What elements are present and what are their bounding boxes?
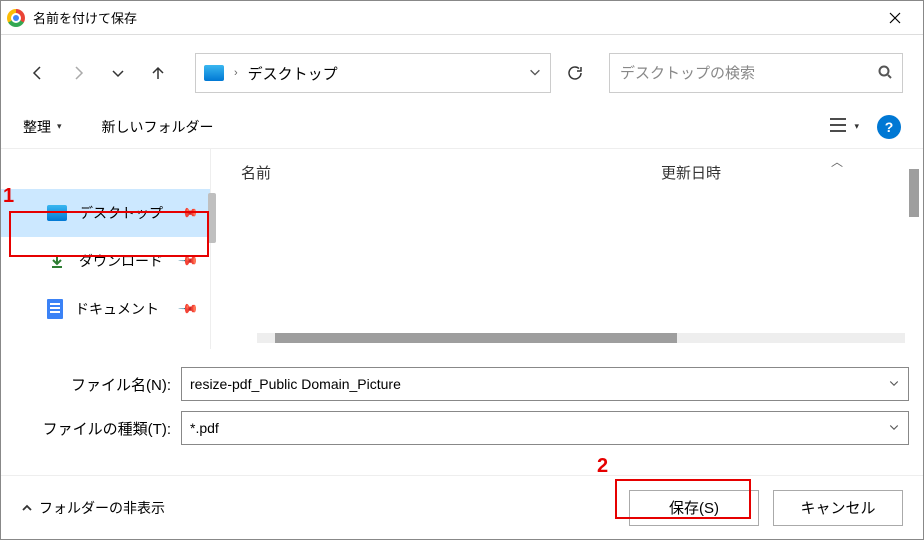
path-location: デスクトップ [248, 63, 338, 84]
filename-input[interactable]: resize-pdf_Public Domain_Picture [181, 367, 909, 401]
search-box[interactable] [609, 53, 903, 93]
folder-icon [204, 65, 224, 81]
desktop-icon [47, 205, 67, 221]
navbar: › デスクトップ [1, 35, 923, 105]
cancel-button[interactable]: キャンセル [773, 490, 903, 526]
list-view-icon [828, 117, 848, 136]
footer: フォルダーの非表示 保存(S) キャンセル [1, 475, 923, 539]
close-icon [889, 12, 901, 24]
save-form: ファイル名(N): resize-pdf_Public Domain_Pictu… [1, 349, 923, 445]
horizontal-scrollbar[interactable] [257, 333, 905, 343]
path-bar[interactable]: › デスクトップ [195, 53, 551, 93]
chevron-down-icon[interactable] [888, 376, 900, 392]
sidebar-item-label: ダウンロード [79, 251, 163, 271]
filetype-value: *.pdf [190, 420, 219, 436]
sidebar: デスクトップ 📌 ダウンロード 📌 ドキュメント 📌 [1, 149, 211, 349]
caret-down-icon: ▾ [854, 121, 859, 132]
chevron-up-icon [21, 502, 33, 514]
pin-icon[interactable]: 📌 [177, 298, 200, 321]
chrome-icon [7, 9, 25, 27]
pin-icon[interactable]: 📌 [177, 250, 200, 273]
caret-down-icon: ▾ [57, 121, 62, 132]
organize-menu[interactable]: 整理 ▾ [23, 117, 62, 137]
back-button[interactable] [21, 56, 55, 90]
refresh-button[interactable] [557, 55, 593, 91]
up-button[interactable] [141, 56, 175, 90]
search-icon[interactable] [878, 65, 892, 82]
sidebar-item-label: ドキュメント [75, 299, 159, 319]
toolbar: 整理 ▾ 新しいフォルダー ▾ ? [1, 105, 923, 149]
view-menu[interactable]: ▾ [828, 117, 859, 136]
vertical-scrollbar[interactable] [909, 169, 919, 217]
sidebar-item-label: デスクトップ [79, 203, 163, 223]
sidebar-item-downloads[interactable]: ダウンロード 📌 [1, 237, 210, 285]
column-headers: 名前 更新日時 [241, 149, 923, 185]
new-folder-label: 新しいフォルダー [102, 117, 214, 137]
organize-label: 整理 [23, 117, 51, 137]
filetype-label: ファイルの種類(T): [1, 418, 181, 439]
search-input[interactable] [620, 65, 870, 82]
chevron-down-icon[interactable] [528, 65, 542, 82]
close-button[interactable] [873, 1, 917, 35]
sidebar-item-documents[interactable]: ドキュメント 📌 [1, 285, 210, 333]
column-date[interactable]: 更新日時 [661, 162, 721, 183]
filetype-input[interactable]: *.pdf [181, 411, 909, 445]
download-icon [47, 253, 67, 269]
hide-folders-toggle[interactable]: フォルダーの非表示 [21, 498, 165, 518]
chevron-down-icon[interactable] [888, 420, 900, 436]
titlebar: 名前を付けて保存 [1, 1, 923, 35]
new-folder-button[interactable]: 新しいフォルダー [102, 117, 214, 137]
filename-value: resize-pdf_Public Domain_Picture [190, 376, 401, 392]
window-title: 名前を付けて保存 [33, 8, 873, 27]
pin-icon[interactable]: 📌 [177, 202, 200, 225]
save-button[interactable]: 保存(S) [629, 490, 759, 526]
sidebar-item-desktop[interactable]: デスクトップ 📌 [1, 189, 210, 237]
content-area: デスクトップ 📌 ダウンロード 📌 ドキュメント 📌 ︿ 名前 更新日時 [1, 149, 923, 349]
filename-label: ファイル名(N): [1, 374, 181, 395]
chevron-right-icon: › [234, 67, 238, 79]
column-name[interactable]: 名前 [241, 162, 661, 183]
sort-indicator-icon[interactable]: ︿ [831, 153, 843, 170]
recent-button[interactable] [101, 56, 135, 90]
document-icon [47, 299, 63, 319]
help-button[interactable]: ? [877, 115, 901, 139]
forward-button[interactable] [61, 56, 95, 90]
file-list[interactable]: ︿ 名前 更新日時 [211, 149, 923, 349]
hide-folders-label: フォルダーの非表示 [39, 498, 165, 518]
scrollbar-thumb[interactable] [275, 333, 677, 343]
